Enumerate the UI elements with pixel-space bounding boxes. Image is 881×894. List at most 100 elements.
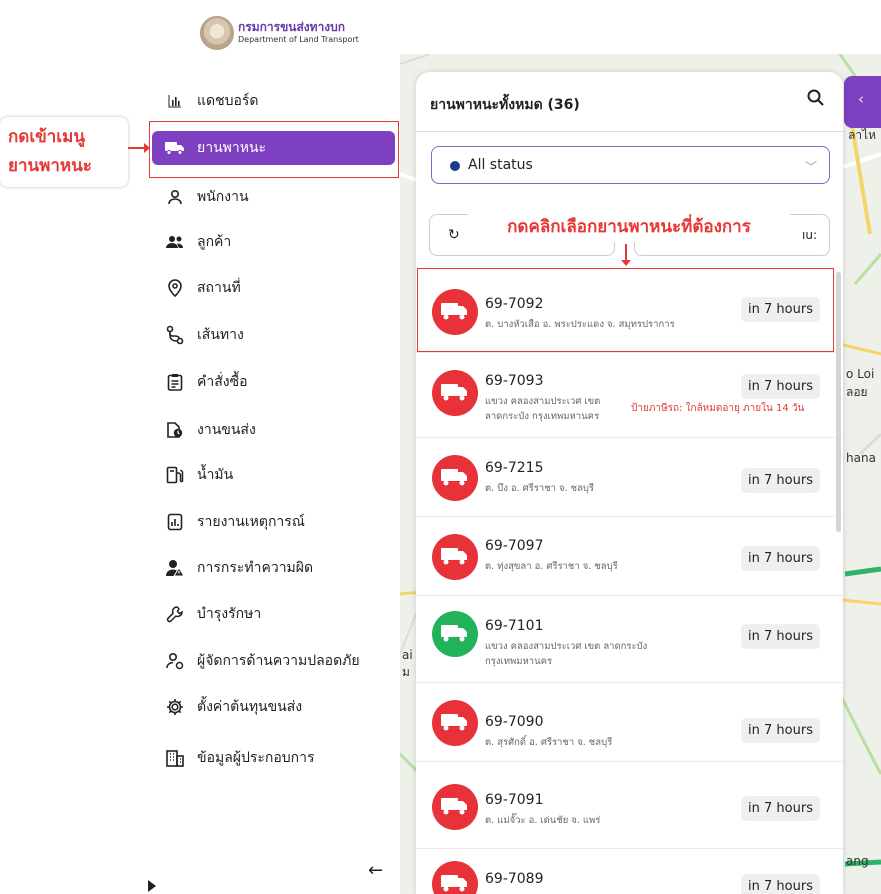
- cursor-icon: [148, 880, 156, 892]
- refresh-icon: ↻: [448, 227, 460, 243]
- location-pin-icon: [165, 278, 185, 298]
- sidebar-item-label: สถานที่: [197, 280, 241, 296]
- bar-chart-icon: [165, 91, 185, 111]
- vehicle-row[interactable]: 69-7101 แขวง คลองสามประเวศ เขต ลาดกระบัง…: [416, 596, 843, 683]
- truck-status-icon: [432, 611, 478, 657]
- map-collapse-tab[interactable]: ‹: [844, 76, 881, 128]
- vehicle-time-badge: in 7 hours: [741, 624, 820, 649]
- search-icon: [807, 89, 824, 106]
- sidebar-item-incident-reports[interactable]: รายงานเหตุการณ์: [148, 502, 398, 542]
- truck-status-icon: [432, 700, 478, 746]
- route-icon: [165, 325, 185, 345]
- truck-status-icon: [432, 455, 478, 501]
- vehicle-plate: 69-7097: [485, 538, 544, 554]
- sidebar-item-deliveries[interactable]: งานขนส่ง: [148, 410, 398, 450]
- sidebar-item-label: งานขนส่ง: [197, 422, 256, 438]
- violation-icon: [165, 558, 185, 578]
- vehicle-time-badge: in 7 hours: [741, 374, 820, 399]
- brand-name-en: Department of Land Transport: [238, 35, 359, 44]
- sidebar-item-employees[interactable]: พนักงาน: [148, 177, 398, 217]
- chevron-down-icon: ﹀: [805, 160, 818, 174]
- sidebar-item-violations[interactable]: การกระทำความผิด: [148, 548, 398, 588]
- vehicle-address: ต. สุรศักดิ์ อ. ศรีราชา จ. ชลบุรี: [485, 737, 613, 748]
- report-icon: [165, 512, 185, 532]
- vehicle-plate: 69-7091: [485, 792, 544, 808]
- safety-manager-icon: [165, 651, 185, 671]
- map-label: ลอย: [846, 385, 868, 399]
- status-filter-value: All status: [468, 157, 533, 173]
- map-label: ลาไห: [848, 128, 877, 142]
- truck-status-icon: [432, 370, 478, 416]
- vehicle-time-badge: in 7 hours: [741, 546, 820, 571]
- vehicle-plate: 69-7093: [485, 373, 544, 389]
- truck-status-icon: [432, 861, 478, 894]
- status-filter-select[interactable]: All status ﹀: [431, 146, 830, 184]
- vehicle-address: แขวง คลองสามประเวศ เขต ลาดกระบัง กรุงเทพ…: [485, 641, 648, 667]
- brand-logo: กรมการขนส่งทางบก Department of Land Tran…: [200, 16, 370, 50]
- sidebar-item-label: พนักงาน: [197, 189, 249, 205]
- vehicle-row[interactable]: 69-7097 ต. ทุ่งสุขลา อ. ศรีราชา จ. ชลบุร…: [416, 517, 843, 596]
- vehicle-plate: 69-7090: [485, 714, 544, 730]
- vehicle-row[interactable]: 69-7089 in 7 hours: [416, 849, 843, 894]
- truck-status-icon: [432, 534, 478, 580]
- sidebar-item-routes[interactable]: เส้นทาง: [148, 315, 398, 355]
- annotation-highlight-box: [417, 268, 834, 352]
- divider: [416, 131, 843, 132]
- sidebar-item-label: ตั้งค่าต้นทุนขนส่ง: [197, 699, 303, 715]
- panel-title: ยานพาหนะทั้งหมด (36): [430, 97, 580, 113]
- sidebar-item-label: ข้อมูลผู้ประกอบการ: [197, 750, 315, 766]
- sidebar-item-label: รายงานเหตุการณ์: [197, 514, 305, 530]
- annotation-arrow: [128, 143, 150, 153]
- annotation-text: กดเข้าเมนู: [8, 127, 85, 147]
- people-icon: [165, 232, 185, 252]
- search-button[interactable]: [806, 88, 830, 112]
- person-icon: [165, 187, 185, 207]
- map-label: ม: [402, 665, 410, 679]
- seal-icon: [200, 16, 234, 50]
- sidebar-item-maintenance[interactable]: บำรุงรักษา: [148, 594, 398, 634]
- sidebar-item-fuel[interactable]: น้ำมัน: [148, 455, 398, 495]
- sidebar-item-safety-manager[interactable]: ผู้จัดการด้านความปลอดภัย: [148, 641, 398, 681]
- vehicle-row[interactable]: 69-7091 ต. แม่จั๊วะ อ. เด่นชัย จ. แพร่ i…: [416, 762, 843, 849]
- tax-warning-text: ป้ายภาษีรถ: ใกล้หมดอายุ ภายใน 14 วัน: [631, 403, 805, 414]
- annotation-text: ยานพาหนะ: [8, 156, 92, 176]
- sidebar-item-label: แดชบอร์ด: [197, 93, 259, 109]
- vehicle-time-badge: in 7 hours: [741, 718, 820, 743]
- annotation-text: กดคลิกเลือกยานพาหนะที่ต้องการ: [468, 212, 790, 242]
- vehicle-time-badge: in 7 hours: [741, 796, 820, 821]
- map-label: o Loi: [846, 367, 875, 381]
- annotation-highlight-box: [149, 121, 399, 178]
- map-label: hana: [846, 451, 876, 465]
- wrench-icon: [165, 604, 185, 624]
- sidebar-item-transport-cost-settings[interactable]: ตั้งค่าต้นทุนขนส่ง: [148, 687, 398, 727]
- status-dot-icon: [450, 161, 460, 171]
- sidebar-item-dashboard[interactable]: แดชบอร์ด: [148, 81, 398, 121]
- chevron-left-icon: ‹: [858, 90, 864, 108]
- sidebar-item-operator-info[interactable]: ข้อมูลผู้ประกอบการ: [148, 738, 398, 778]
- arrow-left-icon: ←: [368, 860, 384, 881]
- scrollbar[interactable]: [836, 272, 841, 532]
- vehicle-plate: 69-7101: [485, 618, 544, 634]
- button-label: ıu:: [802, 228, 817, 242]
- sidebar-item-locations[interactable]: สถานที่: [148, 268, 398, 308]
- sidebar-item-label: บำรุงรักษา: [197, 606, 262, 622]
- vehicle-address: แขวง คลองสามประเวศ เขต ลาดกระบัง กรุงเทพ…: [485, 396, 601, 422]
- gear-icon: [165, 697, 185, 717]
- vehicle-row[interactable]: 69-7215 ต. บึง อ. ศรีราชา จ. ชลบุรี in 7…: [416, 438, 843, 517]
- sidebar-item-orders[interactable]: คำสั่งซื้อ: [148, 362, 398, 402]
- vehicle-address: ต. แม่จั๊วะ อ. เด่นชัย จ. แพร่: [485, 815, 601, 826]
- annotation-arrow: [621, 244, 631, 266]
- clipboard-icon: [165, 372, 185, 392]
- sidebar-item-label: คำสั่งซื้อ: [197, 374, 248, 390]
- sidebar-item-label: การกระทำความผิด: [197, 560, 314, 576]
- vehicle-row[interactable]: 69-7093 แขวง คลองสามประเวศ เขต ลาดกระบัง…: [416, 353, 843, 438]
- sidebar-item-label: ลูกค้า: [197, 234, 232, 250]
- map-label: ang: [846, 854, 869, 868]
- collapse-sidebar-button[interactable]: ←: [368, 860, 383, 881]
- sidebar-item-customers[interactable]: ลูกค้า: [148, 222, 398, 262]
- sidebar-item-label: น้ำมัน: [197, 467, 234, 483]
- vehicle-row[interactable]: 69-7090 ต. สุรศักดิ์ อ. ศรีราชา จ. ชลบุร…: [416, 683, 843, 762]
- vehicle-time-badge: in 7 hours: [741, 468, 820, 493]
- map-label: ai: [402, 648, 413, 662]
- vehicle-plate: 69-7215: [485, 460, 544, 476]
